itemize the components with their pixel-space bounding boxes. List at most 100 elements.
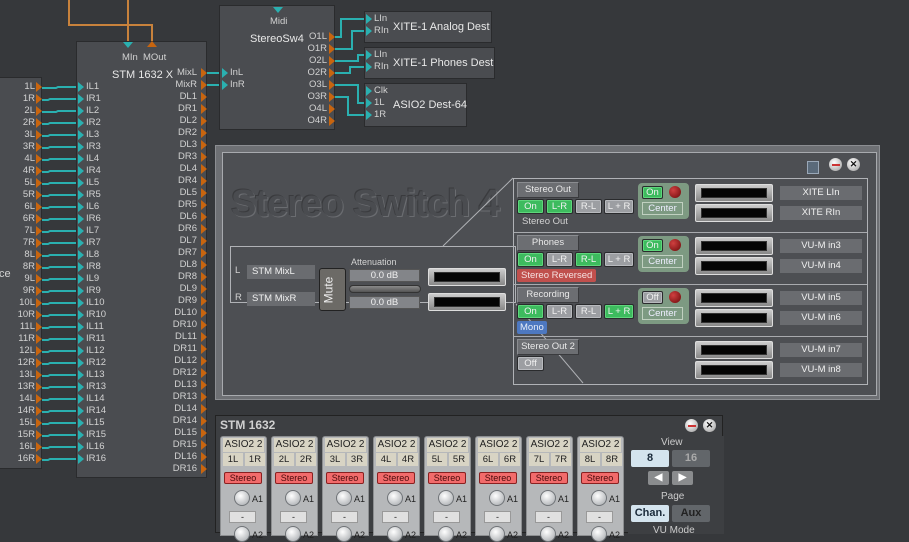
dest-input-port[interactable] — [366, 50, 372, 60]
aux-value-field[interactable]: - — [280, 511, 307, 523]
stm-output-port[interactable] — [201, 188, 207, 198]
stm-output-port[interactable] — [201, 152, 207, 162]
dest-input-port[interactable] — [366, 14, 372, 24]
mode-button-r-l[interactable]: R-L — [575, 199, 602, 214]
stm-input-port[interactable] — [78, 118, 84, 128]
mixer-minimize-button[interactable] — [685, 419, 698, 432]
stm-output-port[interactable] — [201, 128, 207, 138]
center-knob[interactable] — [669, 291, 681, 303]
source-output-port[interactable] — [36, 334, 42, 344]
stm-input-port[interactable] — [78, 154, 84, 164]
stm-output-port[interactable] — [201, 344, 207, 354]
aux-send-knob[interactable] — [438, 526, 454, 542]
stm-input-port[interactable] — [78, 238, 84, 248]
aux-send-knob[interactable] — [540, 526, 556, 542]
stm-input-port[interactable] — [78, 310, 84, 320]
output-name-field[interactable]: Phones — [517, 235, 579, 251]
aux-send-knob[interactable] — [540, 490, 556, 506]
stm-output-port[interactable] — [201, 308, 207, 318]
aux-send-knob[interactable] — [234, 526, 250, 542]
stm-input-port[interactable] — [78, 406, 84, 416]
sw-output-port[interactable] — [329, 92, 335, 102]
source-output-port[interactable] — [36, 166, 42, 176]
source-output-port[interactable] — [36, 118, 42, 128]
stm-input-port[interactable] — [78, 430, 84, 440]
source-output-port[interactable] — [36, 226, 42, 236]
stereo-mode-button[interactable]: Stereo — [530, 472, 568, 484]
aux-send-knob[interactable] — [489, 490, 505, 506]
stm-input-port[interactable] — [78, 226, 84, 236]
mode-button-on[interactable]: On — [517, 199, 544, 214]
stm-input-port[interactable] — [78, 370, 84, 380]
aux-send-knob[interactable] — [336, 526, 352, 542]
center-knob[interactable] — [669, 239, 681, 251]
aux-send-knob[interactable] — [387, 490, 403, 506]
source-output-port[interactable] — [36, 370, 42, 380]
mode-button-l-r[interactable]: L-R — [546, 252, 573, 267]
source-output-port[interactable] — [36, 442, 42, 452]
sw-midi-port[interactable] — [273, 7, 283, 13]
view-8-button[interactable]: 8 — [631, 450, 669, 467]
stereo-mode-button[interactable]: Stereo — [377, 472, 415, 484]
stm-input-port[interactable] — [78, 358, 84, 368]
source-output-port[interactable] — [36, 178, 42, 188]
stm-input-port[interactable] — [78, 454, 84, 464]
stereo-switch-panel[interactable]: Stereo Switch 4 ✕ L R STM MixL STM MixR … — [215, 145, 880, 400]
stm1632-mixer-window[interactable]: STM 1632 ✕ ASIO2 2 1L 1R Stereo - A1 A2 ASIO2 2… — [215, 415, 724, 542]
stm-input-port[interactable] — [78, 190, 84, 200]
source-output-port[interactable] — [36, 94, 42, 104]
aux-send-knob[interactable] — [336, 490, 352, 506]
sw-output-port[interactable] — [329, 80, 335, 90]
stm-output-port[interactable] — [201, 164, 207, 174]
sw-output-port[interactable] — [329, 68, 335, 78]
dest-input-port[interactable] — [366, 62, 372, 72]
sw-output-port[interactable] — [329, 44, 335, 54]
center-toggle-button[interactable]: Off — [642, 291, 663, 304]
stm-input-port[interactable] — [78, 142, 84, 152]
stereo-mode-button[interactable]: Stereo — [326, 472, 364, 484]
stm-input-port[interactable] — [78, 166, 84, 176]
aux-send-knob[interactable] — [489, 526, 505, 542]
source-output-port[interactable] — [36, 214, 42, 224]
stm-input-port[interactable] — [78, 394, 84, 404]
stm-output-port[interactable] — [201, 284, 207, 294]
source-output-port[interactable] — [36, 130, 42, 140]
source-output-port[interactable] — [36, 346, 42, 356]
source-output-port[interactable] — [36, 394, 42, 404]
mode-button-r-l[interactable]: R-L — [575, 252, 602, 267]
stm-input-port[interactable] — [78, 322, 84, 332]
dest-input-port[interactable] — [366, 98, 372, 108]
aux-value-field[interactable]: - — [433, 511, 460, 523]
midi-in-port[interactable] — [123, 42, 133, 48]
stm-output-port[interactable] — [201, 248, 207, 258]
stm-output-port[interactable] — [201, 368, 207, 378]
stm-output-port[interactable] — [201, 320, 207, 330]
stm-output-port[interactable] — [201, 356, 207, 366]
stm-output-port[interactable] — [201, 80, 207, 90]
sw-output-port[interactable] — [329, 116, 335, 126]
source-output-port[interactable] — [36, 418, 42, 428]
stm-output-port[interactable] — [201, 464, 207, 474]
stm-input-port[interactable] — [78, 298, 84, 308]
stm-output-port[interactable] — [201, 200, 207, 210]
stm-output-port[interactable] — [201, 452, 207, 462]
aux-send-knob[interactable] — [285, 526, 301, 542]
output-name-field[interactable]: Stereo Out 2 — [517, 339, 579, 355]
source-output-port[interactable] — [36, 406, 42, 416]
stm-input-port[interactable] — [78, 274, 84, 284]
mode-button-on[interactable]: On — [517, 304, 544, 319]
aux-value-field[interactable]: - — [382, 511, 409, 523]
center-knob[interactable] — [669, 186, 681, 198]
stm-output-port[interactable] — [201, 272, 207, 282]
aux-send-knob[interactable] — [285, 490, 301, 506]
mode-button-l-r[interactable]: L-R — [546, 304, 573, 319]
source-output-port[interactable] — [36, 238, 42, 248]
source-output-port[interactable] — [36, 274, 42, 284]
mode-button-l-r[interactable]: L + R — [604, 304, 634, 319]
mixer-close-button[interactable]: ✕ — [703, 419, 716, 432]
aux-send-knob[interactable] — [234, 490, 250, 506]
source-output-port[interactable] — [36, 190, 42, 200]
stm-input-port[interactable] — [78, 382, 84, 392]
aux-send-knob[interactable] — [591, 526, 607, 542]
source-output-port[interactable] — [36, 454, 42, 464]
